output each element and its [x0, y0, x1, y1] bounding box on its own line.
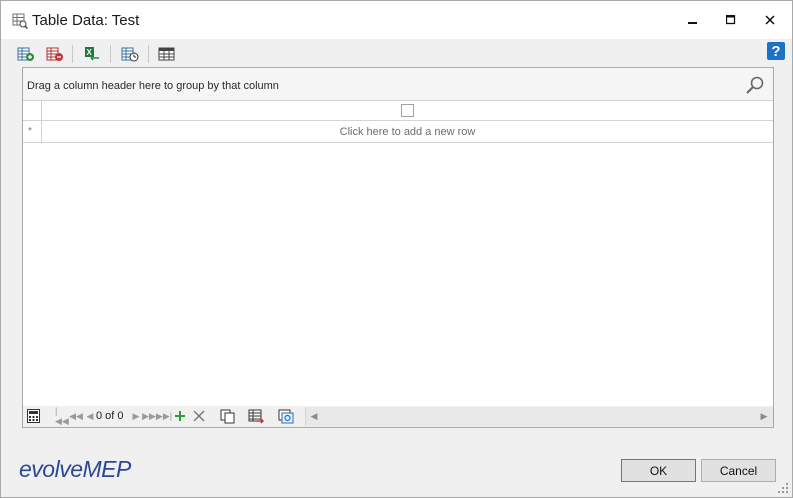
remove-column-icon: [46, 47, 63, 61]
maximize-button[interactable]: [712, 1, 750, 39]
excel-import-icon: X: [85, 47, 99, 61]
record-count: 0 of 0: [96, 410, 124, 422]
plus-icon: [175, 411, 185, 421]
refresh-view-button[interactable]: [278, 408, 294, 424]
calculator-button[interactable]: [25, 408, 41, 424]
toolbar-separator: [148, 45, 149, 63]
add-new-row-prompt[interactable]: Click here to add a new row: [42, 126, 773, 138]
new-row-marker: *: [28, 126, 32, 137]
scroll-right-button[interactable]: ▶: [758, 410, 770, 422]
table-data-dialog: Table Data: Test X ? Drag a column heade…: [0, 0, 793, 498]
export-rows-button[interactable]: [248, 408, 264, 424]
refresh-table-icon: [278, 409, 294, 423]
table-layout-icon: [158, 47, 175, 61]
remove-column-button[interactable]: [44, 43, 66, 65]
new-row-indicator: *: [23, 121, 42, 142]
delete-record-button[interactable]: [191, 408, 207, 424]
horizontal-scrollbar[interactable]: ◀ ▶: [305, 407, 773, 426]
help-button[interactable]: ?: [767, 42, 785, 60]
prev-icon: ◀: [86, 410, 94, 421]
select-all-checkbox[interactable]: [401, 104, 414, 117]
svg-text:X: X: [87, 48, 93, 57]
data-grid: Drag a column header here to group by th…: [22, 67, 774, 428]
toolbar: X ?: [9, 41, 786, 67]
add-column-button[interactable]: [15, 43, 37, 65]
resize-grip-icon[interactable]: [777, 482, 789, 494]
calculator-icon: [26, 409, 40, 423]
row-indicator-header: [23, 101, 42, 120]
maximize-icon: [726, 15, 736, 25]
arrow-left-icon: ◀: [310, 410, 318, 421]
toolbar-separator: [110, 45, 111, 63]
group-by-hint: Drag a column header here to group by th…: [27, 80, 279, 92]
column-settings-icon: [121, 47, 139, 62]
last-icon: ▶▶|: [155, 410, 173, 421]
group-by-panel[interactable]: Drag a column header here to group by th…: [23, 68, 773, 101]
minimize-icon: [688, 22, 697, 24]
new-row[interactable]: * Click here to add a new row: [23, 121, 773, 143]
minimize-button[interactable]: [674, 1, 712, 39]
table-search-icon: [12, 13, 28, 29]
search-icon[interactable]: [745, 75, 765, 95]
evolvemep-logo: evolveMEP: [19, 456, 131, 483]
arrow-right-icon: ▶: [760, 410, 768, 421]
cancel-label: Cancel: [719, 463, 758, 478]
ok-label: OK: [649, 463, 668, 478]
column-header-row: [23, 101, 773, 121]
next-page-icon: ▶▶: [142, 410, 156, 421]
scroll-left-button[interactable]: ◀: [308, 410, 320, 422]
close-button[interactable]: [751, 1, 789, 39]
ok-button[interactable]: OK: [621, 459, 696, 482]
excel-import-button[interactable]: X: [81, 43, 103, 65]
toolbar-separator: [72, 45, 73, 63]
last-record-button[interactable]: ▶▶|: [156, 408, 172, 424]
add-record-button[interactable]: [172, 408, 188, 424]
window-title: Table Data: Test: [32, 12, 140, 29]
column-settings-button[interactable]: [119, 43, 141, 65]
copy-icon: [220, 409, 234, 423]
delete-icon: [193, 410, 205, 422]
export-table-icon: [248, 409, 264, 424]
prev-page-icon: ◀◀: [69, 410, 83, 421]
next-page-button[interactable]: ▶▶: [141, 408, 157, 424]
help-icon: ?: [771, 42, 781, 60]
title-bar: Table Data: Test: [1, 1, 792, 39]
cancel-button[interactable]: Cancel: [701, 459, 776, 482]
logo-text: evolveMEP: [19, 456, 131, 482]
next-icon: ▶: [132, 410, 140, 421]
add-column-icon: [17, 47, 34, 61]
table-layout-button[interactable]: [156, 43, 178, 65]
copy-button[interactable]: [219, 408, 235, 424]
record-navigator: |◀◀ ◀◀ ◀ 0 of 0 ▶ ▶▶ ▶▶| ◀ ▶: [23, 406, 773, 427]
close-icon: [765, 15, 775, 25]
